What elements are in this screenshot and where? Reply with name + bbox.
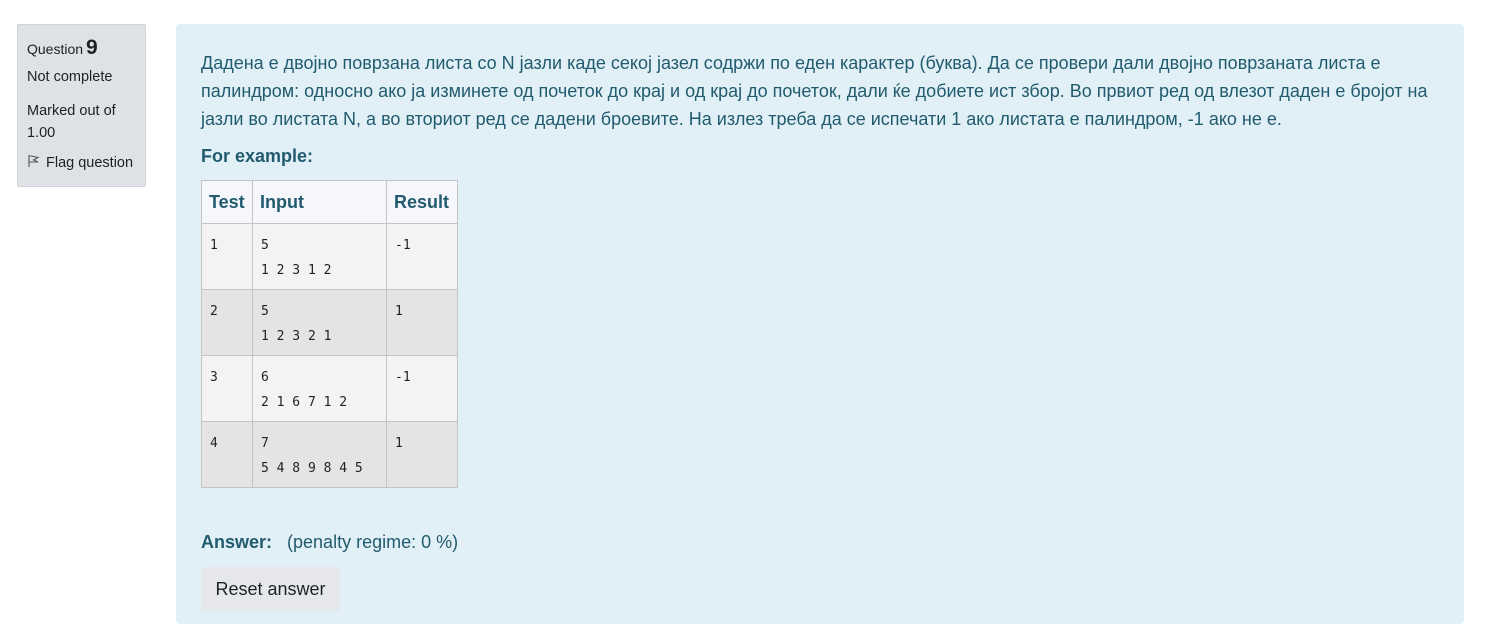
- input-line-1: 6: [261, 370, 269, 385]
- flag-question-label: Flag question: [46, 155, 134, 171]
- input-line-1: 5: [261, 238, 269, 253]
- input-line-2: 1 2 3 1 2: [261, 263, 332, 278]
- input-line-2: 1 2 3 2 1: [261, 329, 332, 344]
- cell-result: -1: [386, 355, 458, 422]
- flag-icon: [27, 154, 41, 172]
- question-state: Not complete: [27, 69, 113, 85]
- answer-line: Answer: (penalty regime: 0 %): [201, 532, 458, 553]
- question-grade: Marked out of 1.00: [27, 103, 116, 141]
- cell-result: -1: [386, 223, 458, 290]
- table-row: 4 7 5 4 8 9 8 4 5 1: [201, 421, 458, 488]
- penalty-text: (penalty regime: 0 %): [287, 532, 459, 552]
- header-result: Result: [386, 180, 458, 224]
- flag-question-link[interactable]: Flag question: [27, 154, 136, 172]
- cell-test: 4: [201, 421, 253, 488]
- cell-input: 5 1 2 3 1 2: [252, 223, 387, 290]
- cell-test: 2: [201, 289, 253, 356]
- question-number: Question 9: [27, 35, 136, 62]
- table-row: 3 6 2 1 6 7 1 2 -1: [201, 355, 458, 422]
- cell-result: 1: [386, 289, 458, 356]
- input-line-1: 7: [261, 436, 269, 451]
- table-row: 1 5 1 2 3 1 2 -1: [201, 223, 458, 290]
- cell-test: 3: [201, 355, 253, 422]
- question-content: Дадена е двојно поврзана листа со N јазл…: [176, 24, 1464, 624]
- cell-test: 1: [201, 223, 253, 290]
- question-prefix: Question: [27, 41, 84, 57]
- header-input: Input: [252, 180, 387, 224]
- cell-input: 7 5 4 8 9 8 4 5: [252, 421, 387, 488]
- question-number-value: 9: [86, 36, 98, 59]
- input-line-2: 5 4 8 9 8 4 5: [261, 461, 363, 476]
- for-example-heading: For example:: [201, 146, 314, 166]
- table-header-row: Test Input Result: [201, 180, 458, 224]
- reset-answer-button[interactable]: Reset answer: [201, 567, 340, 611]
- question-text: Дадена е двојно поврзана листа со N јазл…: [201, 53, 1428, 129]
- question-info-panel: Question 9 Not complete Marked out of 1.0…: [17, 24, 146, 187]
- cell-input: 5 1 2 3 2 1: [252, 289, 387, 356]
- table-row: 2 5 1 2 3 2 1 1: [201, 289, 458, 356]
- answer-label: Answer:: [201, 532, 273, 552]
- input-line-1: 5: [261, 304, 269, 319]
- examples-table: Test Input Result 1 5 1 2 3 1 2 -1 2 5 1…: [201, 180, 458, 488]
- input-line-2: 2 1 6 7 1 2: [261, 395, 348, 410]
- header-test: Test: [201, 180, 253, 224]
- cell-input: 6 2 1 6 7 1 2: [252, 355, 387, 422]
- cell-result: 1: [386, 421, 458, 488]
